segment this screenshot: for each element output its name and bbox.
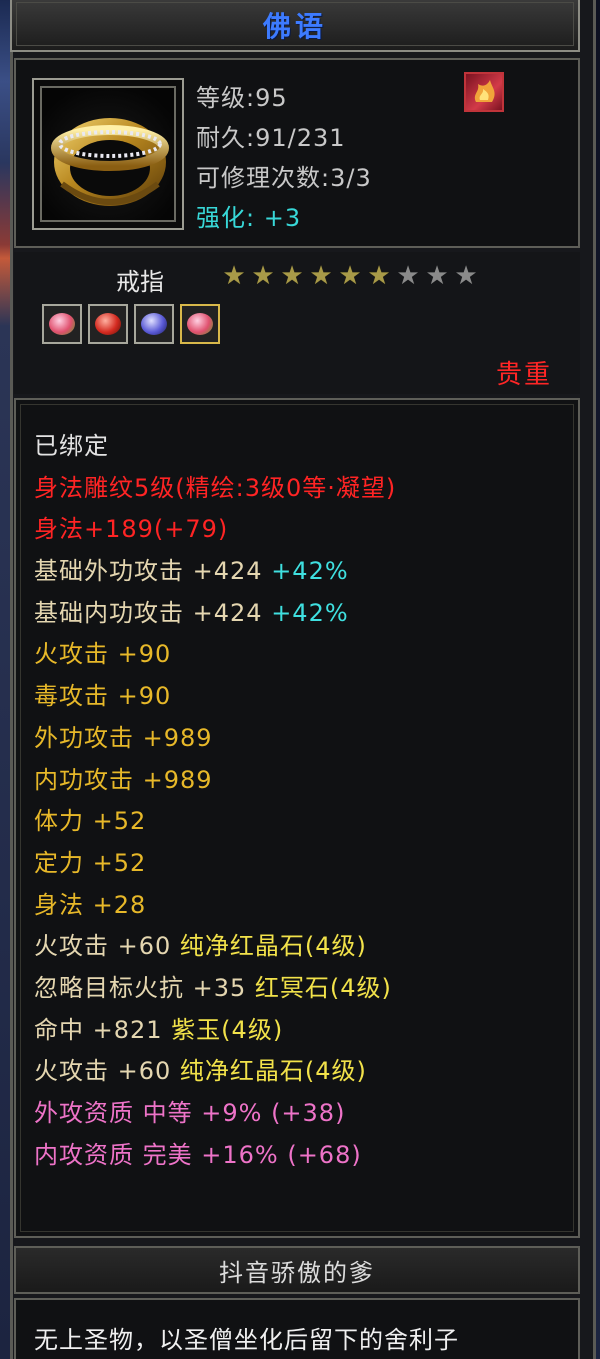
star-filled-icon: ★	[251, 261, 275, 291]
star-filled-icon: ★	[280, 261, 304, 291]
attribute-list: 已绑定身法雕纹5级(精绘:3级0等·凝望) 身法+189(+79) 基础外功攻击 +…	[34, 426, 396, 1176]
star-filled-icon: ★	[367, 261, 391, 291]
gem-socket-1[interactable]	[42, 304, 82, 344]
attribute-text: 毒攻击 +90	[34, 682, 172, 711]
ring-icon	[40, 86, 176, 222]
item-type-panel: 戒指 ★ ★ ★ ★ ★ ★ ★ ★ ★ 贵重	[14, 252, 580, 394]
attribute-line: 外功攻击 +989	[34, 718, 396, 760]
level-stat: 等级:95	[196, 84, 288, 112]
attribute-line: 基础外功攻击 +424 +42%	[34, 551, 396, 593]
gem-socket-2[interactable]	[88, 304, 128, 344]
attribute-text: 基础外功攻击 +424	[34, 557, 272, 586]
flame-emblem-icon	[474, 80, 495, 102]
star-filled-icon: ★	[309, 261, 333, 291]
attribute-text: 火攻击 +60	[34, 1057, 180, 1086]
attribute-text: 身法雕纹5级(精绘:3级0等·凝望)	[34, 473, 397, 502]
attribute-text: 内攻资质 完美 +16% (+68)	[34, 1140, 362, 1169]
attribute-text: 火攻击 +60	[34, 932, 180, 961]
star-empty-icon: ★	[396, 261, 420, 291]
attribute-text: 内功攻击 +989	[34, 765, 213, 794]
item-icon-frame	[32, 78, 184, 230]
gem-socket-3[interactable]	[134, 304, 174, 344]
enhance-stat: 强化: +3	[196, 204, 302, 232]
attribute-text: 身法 +28	[34, 890, 147, 919]
attribute-text: 火攻击 +90	[34, 640, 172, 669]
attribute-text: 红冥石(4级)	[254, 973, 392, 1002]
repair-count-stat: 可修理次数:3/3	[196, 164, 372, 192]
attribute-panel: 已绑定身法雕纹5级(精绘:3级0等·凝望) 身法+189(+79) 基础外功攻击 +…	[14, 398, 580, 1238]
ring-icon-graphic	[51, 118, 169, 206]
attribute-line: 火攻击 +60 纯净红晶石(4级)	[34, 1051, 396, 1093]
attribute-line: 毒攻击 +90	[34, 676, 396, 718]
attribute-line: 身法 +28	[34, 885, 396, 927]
attribute-line: 基础内功攻击 +424 +42%	[34, 593, 396, 635]
attribute-line: 忽略目标火抗 +35 红冥石(4级)	[34, 968, 396, 1010]
item-type: 戒指	[116, 268, 164, 296]
attribute-line: 定力 +52	[34, 843, 396, 885]
star-filled-icon: ★	[338, 261, 362, 291]
star-rating: ★ ★ ★ ★ ★ ★ ★ ★ ★	[222, 261, 478, 291]
attribute-text: +42%	[271, 557, 349, 586]
attribute-text: 外攻资质 中等 +9% (+38)	[34, 1099, 346, 1127]
attribute-line: 身法+189(+79)	[34, 509, 396, 551]
attribute-line: 火攻击 +60 纯净红晶石(4级)	[34, 926, 396, 968]
attribute-text: 身法+189(+79)	[34, 515, 229, 544]
durability-stat: 耐久:91/231	[196, 124, 346, 152]
attribute-text: 已绑定	[34, 432, 109, 460]
rarity-label: 贵重	[495, 360, 552, 390]
attribute-text: 外功攻击 +989	[34, 723, 213, 752]
attribute-line: 命中 +821 紫玉(4级)	[34, 1010, 396, 1052]
item-name: 佛语	[262, 10, 327, 43]
attribute-line: 火攻击 +90	[34, 634, 396, 676]
star-empty-icon: ★	[425, 261, 449, 291]
attribute-text: 命中 +821	[34, 1015, 172, 1044]
gem-sockets	[42, 304, 220, 344]
attribute-text: +42%	[271, 598, 349, 627]
attribute-line: 已绑定	[34, 426, 396, 468]
title-bar: 佛语	[10, 0, 580, 52]
attribute-text: 忽略目标火抗 +35	[34, 973, 255, 1002]
star-filled-icon: ★	[222, 261, 246, 291]
item-description: 无上圣物，以圣僧坐化后留下的舍利子	[34, 1326, 459, 1354]
attribute-text: 紫玉(4级)	[171, 1015, 284, 1044]
purple-gem-icon	[141, 313, 167, 335]
red-gem-icon	[95, 313, 121, 335]
attribute-line: 体力 +52	[34, 801, 396, 843]
attribute-text: 定力 +52	[34, 848, 147, 877]
attribute-line: 外攻资质 中等 +9% (+38)	[34, 1093, 396, 1135]
gem-socket-4[interactable]	[180, 304, 220, 344]
item-header-panel: 等级:95 耐久:91/231 可修理次数:3/3 强化: +3	[14, 58, 580, 248]
pink-gem-icon	[187, 313, 213, 335]
pink-gem-icon	[49, 313, 75, 335]
attribute-text: 纯净红晶石(4级)	[179, 932, 367, 961]
owner-bar: 抖音骄傲的爹	[14, 1246, 580, 1294]
bind-status-icon	[464, 72, 504, 112]
attribute-line: 身法雕纹5级(精绘:3级0等·凝望)	[34, 468, 396, 510]
star-empty-icon: ★	[454, 261, 478, 291]
description-panel: 无上圣物，以圣僧坐化后留下的舍利子	[14, 1298, 580, 1359]
attribute-line: 内功攻击 +989	[34, 760, 396, 802]
attribute-text: 体力 +52	[34, 807, 147, 836]
attribute-line: 内攻资质 完美 +16% (+68)	[34, 1135, 396, 1177]
owner-name: 抖音骄傲的爹	[219, 1258, 375, 1287]
attribute-text: 纯净红晶石(4级)	[179, 1057, 367, 1086]
attribute-text: 基础内功攻击 +424	[34, 598, 272, 627]
